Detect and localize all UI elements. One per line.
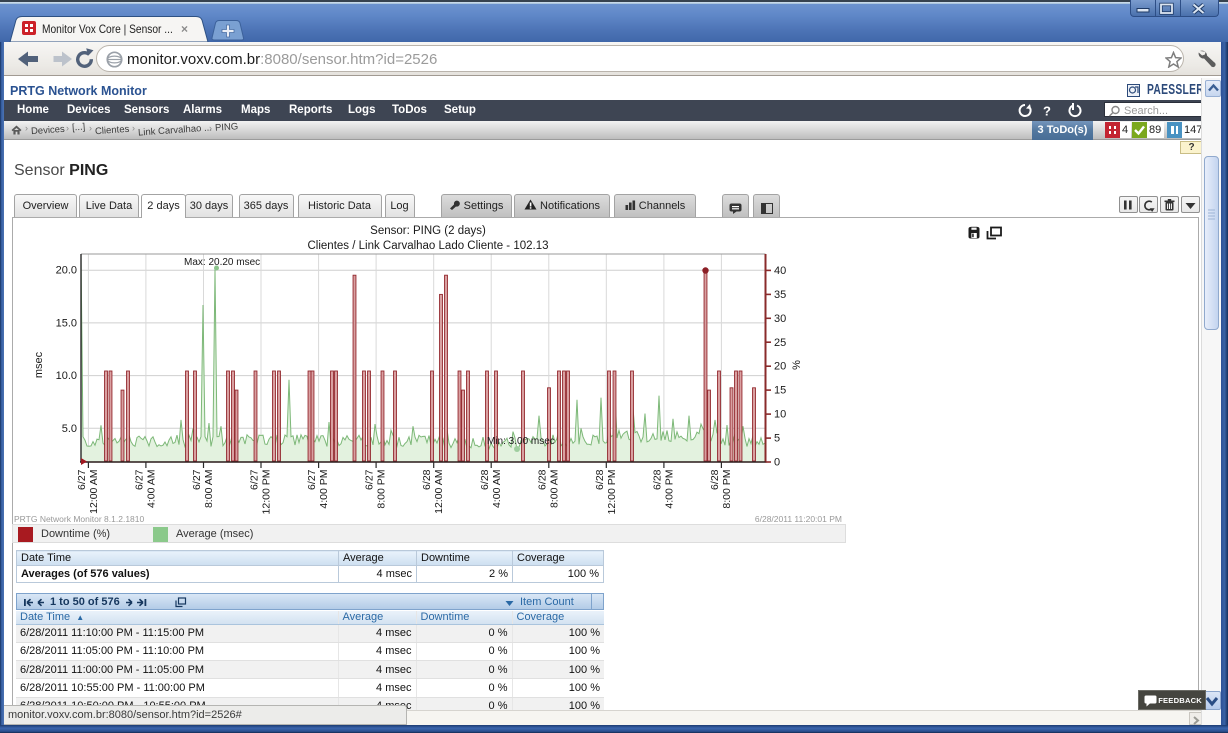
svg-text:5: 5 bbox=[774, 433, 780, 445]
svg-text:10.0: 10.0 bbox=[56, 370, 77, 382]
svg-text:6/284:00 PM: 6/284:00 PM bbox=[651, 469, 675, 508]
svg-text:15: 15 bbox=[774, 385, 786, 397]
svg-text:6/274:00 AM: 6/274:00 AM bbox=[133, 469, 157, 508]
svg-text:30: 30 bbox=[774, 313, 786, 325]
svg-text:6/278:00 PM: 6/278:00 PM bbox=[364, 469, 388, 508]
svg-text:6/2812:00 PM: 6/2812:00 PM bbox=[594, 469, 618, 514]
svg-text:?: ? bbox=[1043, 104, 1051, 119]
svg-text:20.0: 20.0 bbox=[56, 265, 77, 277]
svg-text:0: 0 bbox=[774, 457, 780, 469]
svg-text:20: 20 bbox=[774, 361, 786, 373]
svg-text:6/2812:00 AM: 6/2812:00 AM bbox=[421, 469, 445, 514]
svg-text:6/288:00 PM: 6/288:00 PM bbox=[709, 469, 733, 508]
svg-text:6/2712:00 AM: 6/2712:00 AM bbox=[76, 469, 100, 514]
svg-text:25: 25 bbox=[774, 337, 786, 349]
svg-text:6/2712:00 PM: 6/2712:00 PM bbox=[249, 469, 273, 514]
svg-text:6/274:00 PM: 6/274:00 PM bbox=[306, 469, 330, 508]
svg-text:PRTG Network Monitor 8.1.2.181: PRTG Network Monitor 8.1.2.1810 bbox=[14, 514, 145, 524]
svg-text:35: 35 bbox=[774, 289, 786, 301]
svg-text:6/28/2011 11:20:01 PM: 6/28/2011 11:20:01 PM bbox=[755, 514, 842, 524]
svg-text:5.0: 5.0 bbox=[62, 423, 77, 435]
svg-text:6/288:00 AM: 6/288:00 AM bbox=[536, 469, 560, 508]
svg-text:Clientes / Link Carvalhao Lado: Clientes / Link Carvalhao Lado Cliente -… bbox=[307, 240, 548, 252]
svg-text:6/278:00 AM: 6/278:00 AM bbox=[191, 469, 215, 508]
svg-text:10: 10 bbox=[774, 409, 786, 421]
svg-text:15.0: 15.0 bbox=[56, 317, 77, 329]
svg-text:Max: 20.20 msec: Max: 20.20 msec bbox=[184, 257, 260, 268]
svg-text:Min: 3.00 msec: Min: 3.00 msec bbox=[487, 436, 555, 447]
svg-text:msec: msec bbox=[33, 351, 45, 378]
svg-text:Sensor: PING (2 days): Sensor: PING (2 days) bbox=[370, 225, 486, 237]
svg-text:40: 40 bbox=[774, 265, 786, 277]
svg-text:6/284:00 AM: 6/284:00 AM bbox=[479, 469, 503, 508]
svg-text:%: % bbox=[791, 360, 803, 370]
